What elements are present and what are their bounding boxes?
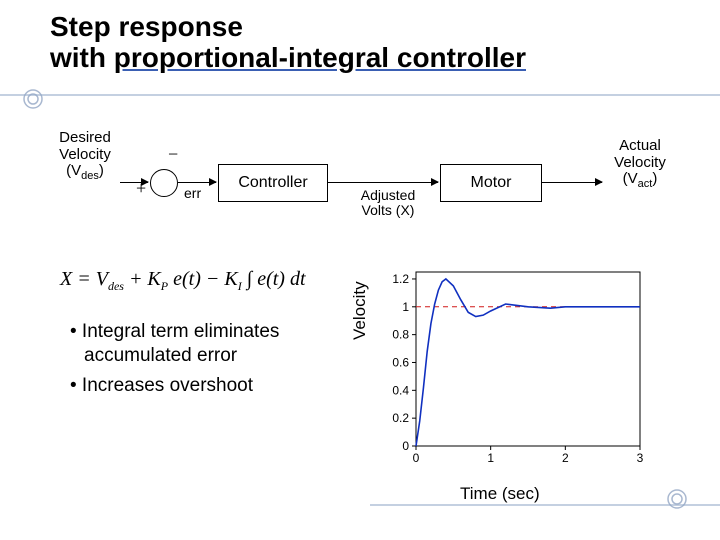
corner-rings-right-icon bbox=[664, 486, 690, 512]
equation: X = Vdes + KP e(t) − KI ∫ e(t) dt bbox=[60, 268, 306, 294]
arrow-err bbox=[178, 182, 216, 183]
err-label: err bbox=[184, 186, 201, 201]
title-line2a: with bbox=[50, 42, 114, 73]
arrow-adjusted bbox=[328, 182, 438, 183]
svg-text:1: 1 bbox=[487, 451, 494, 465]
bullet-2: • Increases overshoot bbox=[70, 374, 370, 398]
step-response-chart: 0 1 2 3 0 0.2 0.4 0.6 0.8 1 1.2 bbox=[378, 264, 648, 474]
bullets: • Integral term eliminates accumulated e… bbox=[70, 320, 370, 403]
svg-text:0: 0 bbox=[402, 439, 409, 453]
controller-block: Controller bbox=[218, 164, 328, 202]
title-line1: Step response bbox=[50, 11, 243, 42]
actual-velocity-label: ActualVelocity (Vact) bbox=[605, 138, 675, 190]
svg-text:3: 3 bbox=[637, 451, 644, 465]
title-line2b: proportional-integral controller bbox=[114, 42, 526, 73]
slide-title: Step response with proportional-integral… bbox=[50, 12, 526, 74]
bullet-1: • Integral term eliminates accumulated e… bbox=[70, 320, 370, 368]
chart-xlabel: Time (sec) bbox=[460, 484, 540, 504]
svg-text:0.2: 0.2 bbox=[392, 411, 409, 425]
svg-text:0.8: 0.8 bbox=[392, 328, 409, 342]
corner-rings-left-icon bbox=[20, 86, 46, 112]
summing-junction-icon bbox=[150, 169, 178, 197]
adjusted-volts-label: AdjustedVolts (X) bbox=[348, 188, 428, 219]
arrow-output bbox=[542, 182, 602, 183]
divider-bottom bbox=[370, 504, 720, 506]
minus-sign: − bbox=[168, 144, 178, 165]
svg-text:0: 0 bbox=[413, 451, 420, 465]
svg-text:0.6: 0.6 bbox=[392, 355, 409, 369]
divider-top bbox=[0, 94, 720, 96]
desired-velocity-label: DesiredVelocity (Vdes) bbox=[50, 130, 120, 182]
chart-ylabel: Velocity bbox=[350, 281, 370, 340]
motor-block: Motor bbox=[440, 164, 542, 202]
svg-text:1.2: 1.2 bbox=[392, 272, 409, 286]
svg-text:1: 1 bbox=[402, 300, 409, 314]
plus-sign: + bbox=[136, 178, 146, 199]
svg-text:2: 2 bbox=[562, 451, 569, 465]
block-diagram: DesiredVelocity (Vdes) + − err Controlle… bbox=[50, 130, 690, 250]
svg-text:0.4: 0.4 bbox=[392, 383, 409, 397]
